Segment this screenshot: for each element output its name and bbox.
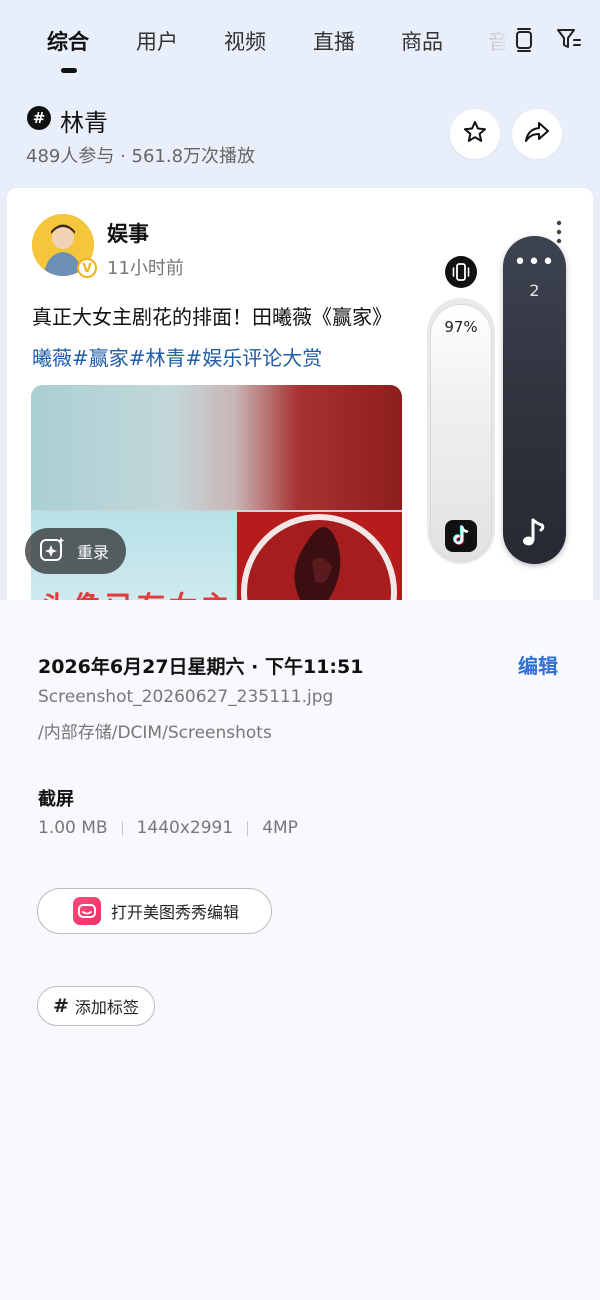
filter-icon[interactable] [556, 27, 582, 51]
author-name[interactable]: 娱事 [107, 218, 149, 248]
favorite-button[interactable] [450, 109, 500, 159]
post-text-line1: 真正大女主剧花的排面！田曦薇《赢家》剧 [32, 301, 458, 330]
hash-icon: # [53, 995, 69, 1017]
open-meitu-button[interactable]: 打开美图秀秀编辑 [37, 888, 272, 934]
vibrate-icon[interactable] [445, 256, 477, 288]
post-time: 11小时前 [107, 258, 184, 279]
app-top-region: 综合 用户 视频 直播 商品 音 # 林青 489人参与 · 561.8万次播放 [0, 0, 600, 600]
more-dots[interactable]: ••• [503, 252, 566, 274]
tab-videos[interactable]: 视频 [224, 26, 266, 56]
file-megapixels: 4MP [262, 818, 298, 838]
open-meitu-label: 打开美图秀秀编辑 [111, 903, 240, 922]
tab-comprehensive[interactable]: 综合 [47, 26, 89, 56]
add-tag-button[interactable]: # 添加标签 [37, 986, 155, 1026]
edit-button[interactable]: 编辑 [518, 650, 558, 679]
media-overlay-text: 头像已有女主 [41, 585, 233, 600]
sparkle-capture-icon [39, 536, 67, 566]
active-tab-indicator [61, 68, 77, 73]
share-icon [523, 119, 551, 149]
tiktok-icon[interactable] [445, 520, 477, 552]
topic-hash-badge: # [27, 106, 51, 130]
volume-percent: 97% [444, 318, 478, 336]
verified-badge: V [77, 258, 97, 278]
file-meta-row: 1.00 MB 1440x2991 4MP [38, 818, 298, 838]
meta-separator [247, 820, 249, 836]
meta-separator [121, 820, 123, 836]
share-button[interactable] [512, 109, 562, 159]
post-text-main: 真正大女主剧花的排面！田曦薇《赢家》 [32, 305, 392, 329]
music-note-icon[interactable] [518, 516, 550, 552]
file-resolution: 1440x2991 [136, 818, 234, 838]
rerecord-button[interactable]: 重录 [25, 528, 126, 574]
file-name: Screenshot_20260627_235111.jpg [38, 687, 334, 707]
topic-stats: 489人参与 · 561.8万次播放 [26, 146, 256, 167]
topic-title: 林青 [60, 109, 108, 137]
add-tag-label: 添加标签 [74, 998, 139, 1017]
tab-fade [486, 18, 510, 62]
file-size: 1.00 MB [38, 818, 108, 838]
media-image-right[interactable] [237, 512, 402, 600]
tab-products[interactable]: 商品 [401, 26, 443, 56]
rerecord-label: 重录 [77, 543, 110, 562]
media-image-top[interactable] [31, 385, 402, 510]
meitu-icon [73, 897, 101, 925]
stream-count: 2 [529, 281, 540, 300]
file-path: /内部存储/DCIM/Screenshots [38, 723, 272, 743]
file-type: 截屏 [38, 789, 74, 810]
tab-live[interactable]: 直播 [313, 26, 355, 56]
more-vertical-icon[interactable] [555, 220, 563, 244]
star-icon [462, 119, 488, 149]
tab-users[interactable]: 用户 [136, 26, 178, 56]
capture-date: 2026年6月27日星期六 · 下午11:51 [38, 656, 364, 678]
tablet-icon[interactable] [512, 27, 536, 53]
post-hashtags[interactable]: 曦薇#赢家#林青#娱乐评论大赏 [32, 342, 322, 371]
